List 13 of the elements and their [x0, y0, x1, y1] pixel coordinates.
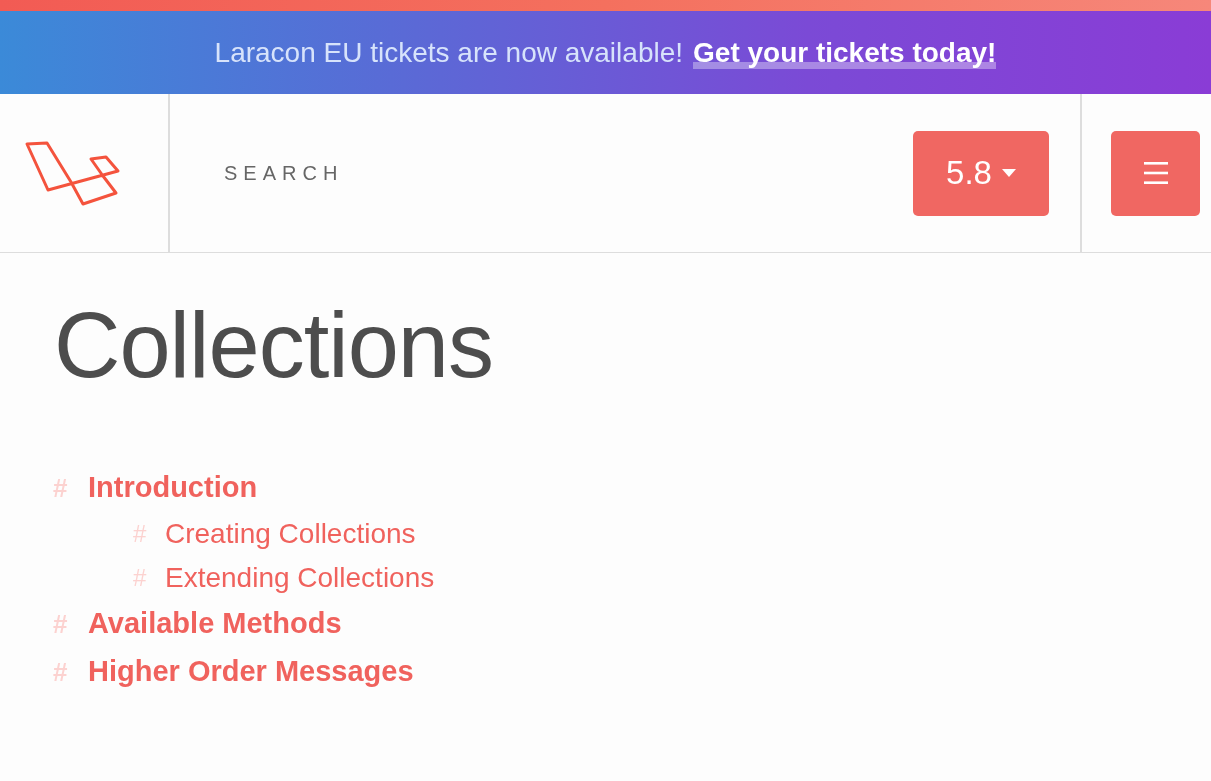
- page-title: Collections: [54, 299, 493, 391]
- menu-icon: [1143, 162, 1168, 184]
- menu-button[interactable]: [1111, 130, 1200, 216]
- toc-link[interactable]: Available Methods: [88, 602, 342, 646]
- toc-link[interactable]: Extending Collections: [165, 557, 435, 599]
- tickets-link[interactable]: Get your tickets today!: [693, 36, 997, 69]
- banner-text: Laracon EU tickets are now available!: [214, 35, 684, 70]
- toc-link[interactable]: Introduction: [88, 466, 258, 510]
- toc-link[interactable]: Creating Collections: [165, 513, 416, 555]
- version-button[interactable]: 5.8: [913, 130, 1049, 216]
- toc-link[interactable]: Higher Order Messages: [88, 650, 414, 694]
- search-field[interactable]: SEARCH: [224, 143, 624, 203]
- caret-icon: [1001, 169, 1016, 177]
